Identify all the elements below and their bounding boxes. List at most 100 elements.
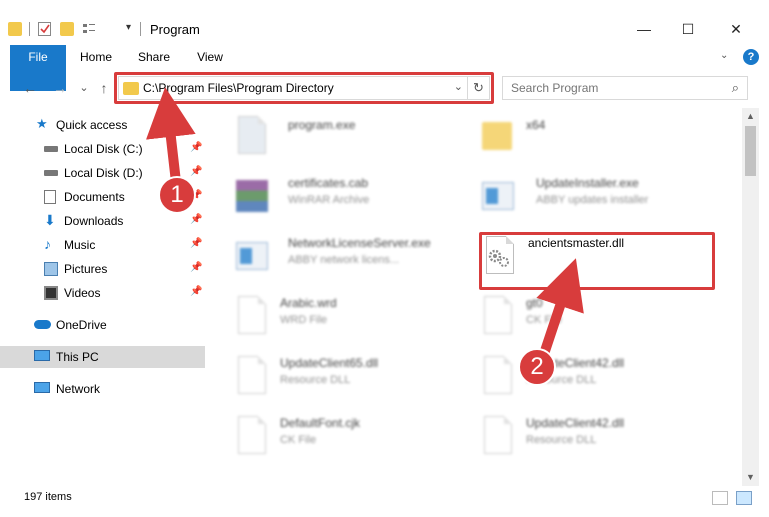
file-item[interactable]: gt0 CK File	[480, 292, 720, 338]
sidebar-item-label: Network	[56, 382, 101, 396]
help-icon[interactable]: ?	[743, 49, 759, 65]
file-highlight-box	[479, 232, 715, 290]
file-name: UpdateClient65.dll	[280, 356, 379, 370]
sidebar-item-local-disk-c[interactable]: Local Disk (C:) 📌	[0, 138, 205, 160]
sidebar-item-pictures[interactable]: Pictures 📌	[0, 258, 205, 280]
file-name: gt0	[526, 296, 543, 310]
file-type: Resource DLL	[526, 434, 597, 446]
folder-icon	[480, 116, 516, 156]
file-item[interactable]: certificates.cab WinRAR Archive	[234, 172, 474, 218]
sidebar-item-this-pc[interactable]: This PC	[0, 346, 205, 368]
drive-icon	[44, 170, 58, 176]
file-item[interactable]: NetworkLicenseServer.exe ABBY network li…	[234, 232, 474, 278]
sidebar-item-label: Pictures	[64, 262, 108, 276]
sidebar-item-label: Quick access	[56, 118, 128, 132]
details-view-icon[interactable]	[712, 491, 728, 505]
search-input[interactable]	[511, 80, 711, 96]
search-box[interactable]: ⌕	[502, 76, 748, 100]
sidebar-item-label: Documents	[64, 190, 125, 204]
sidebar-item-label: Local Disk (D:)	[64, 166, 143, 180]
tab-share[interactable]: Share	[132, 45, 176, 70]
forward-button[interactable]: →	[50, 78, 70, 98]
tab-home[interactable]: Home	[74, 45, 118, 70]
file-icon	[480, 296, 516, 336]
step-2-badge: 2	[518, 348, 556, 386]
file-icon	[234, 296, 270, 336]
file-type: ABBY updates installer	[536, 194, 649, 206]
videos-icon	[44, 286, 58, 300]
file-name: NetworkLicenseServer.exe	[288, 236, 431, 250]
customize-icon[interactable]	[82, 22, 96, 36]
new-folder-icon[interactable]	[60, 22, 74, 36]
file-name: DefaultFont.cjk	[280, 416, 361, 430]
file-item[interactable]: UpdateClient65.dll Resource DLL	[234, 352, 474, 398]
ribbon-tabs: File Home Share View ⌄ ?	[0, 45, 769, 91]
file-name: x64	[526, 118, 546, 132]
file-item[interactable]: x64	[480, 112, 720, 158]
minimize-button[interactable]: —	[624, 18, 664, 40]
back-button[interactable]: ←	[20, 78, 40, 98]
sidebar-item-label: Music	[64, 238, 96, 252]
file-item[interactable]: Arabic.wrd WRD File	[234, 292, 474, 338]
title-bar: ▾ Program — ☐ ✕	[0, 0, 769, 40]
close-button[interactable]: ✕	[716, 18, 756, 40]
sidebar-item-music[interactable]: ♪ Music 📌	[0, 234, 205, 256]
file-item[interactable]: UpdateClient42.dll Resource DLL	[480, 412, 720, 458]
dll-file-icon	[234, 356, 270, 396]
properties-icon[interactable]	[38, 22, 51, 36]
tab-view[interactable]: View	[188, 45, 232, 70]
scroll-down-arrow-icon[interactable]: ▼	[742, 469, 759, 486]
file-item[interactable]: program.exe	[234, 112, 474, 158]
up-button[interactable]: ↑	[94, 78, 114, 98]
pin-icon[interactable]: 📌	[190, 286, 202, 297]
file-item[interactable]: UpdateInstaller.exe ABBY updates install…	[480, 172, 720, 218]
file-name: UpdateClient42.dll	[526, 416, 625, 430]
star-icon: ★	[36, 116, 48, 131]
sidebar-item-label: This PC	[56, 350, 99, 364]
search-icon[interactable]: ⌕	[732, 80, 739, 96]
navigation-pane: ★ Quick access Local Disk (C:) 📌 Local D…	[0, 108, 205, 486]
pin-icon[interactable]: 📌	[190, 262, 202, 273]
archive-icon	[234, 176, 270, 216]
sidebar-item-label: Local Disk (C:)	[64, 142, 143, 156]
quick-access-dropdown-icon[interactable]: ▾	[126, 22, 131, 40]
pin-icon[interactable]: 📌	[190, 166, 202, 177]
expand-ribbon-icon[interactable]: ⌄	[720, 50, 728, 61]
drive-icon	[44, 146, 58, 152]
file-icon	[234, 416, 270, 456]
pin-icon[interactable]: 📌	[190, 142, 202, 153]
pin-icon[interactable]: 📌	[190, 214, 202, 225]
large-icons-view-icon[interactable]	[736, 491, 752, 505]
file-list: program.exe x64 certificates.cab WinRAR …	[208, 108, 742, 486]
sidebar-item-videos[interactable]: Videos 📌	[0, 282, 205, 304]
sidebar-item-quick-access[interactable]: ★ Quick access	[0, 114, 205, 136]
file-name: program.exe	[288, 118, 356, 132]
vertical-scrollbar[interactable]: ▲ ▼	[742, 108, 759, 486]
documents-icon	[44, 190, 56, 204]
file-item[interactable]: DefaultFont.cjk CK File	[234, 412, 474, 458]
sidebar-item-onedrive[interactable]: OneDrive	[0, 314, 205, 336]
computer-icon	[34, 350, 50, 361]
cloud-icon	[34, 320, 51, 329]
file-type: CK File	[526, 314, 563, 326]
exe-icon	[234, 236, 270, 276]
sidebar-item-network[interactable]: Network	[0, 378, 205, 400]
folder-icon[interactable]	[8, 22, 22, 36]
scroll-up-arrow-icon[interactable]: ▲	[742, 108, 759, 125]
installer-icon	[480, 176, 516, 216]
address-highlight-box	[114, 72, 494, 104]
maximize-button[interactable]: ☐	[668, 18, 708, 40]
file-item[interactable]: UpdateClient42.dll Resource DLL	[480, 352, 720, 398]
music-icon: ♪	[44, 236, 51, 252]
pin-icon[interactable]: 📌	[190, 238, 202, 249]
window-title: Program	[150, 22, 200, 37]
recent-locations-button[interactable]: ⌄	[74, 78, 94, 98]
navigation-bar: ← → ⌄ ↑ C:\Program Files\Program Directo…	[0, 72, 769, 104]
exe-icon	[234, 116, 270, 156]
scrollbar-thumb[interactable]	[745, 126, 756, 176]
file-type: CK File	[280, 434, 317, 446]
file-name: UpdateInstaller.exe	[536, 176, 639, 190]
file-type: Resource DLL	[280, 374, 351, 386]
step-1-badge: 1	[158, 176, 196, 214]
sidebar-item-label: OneDrive	[56, 318, 107, 332]
